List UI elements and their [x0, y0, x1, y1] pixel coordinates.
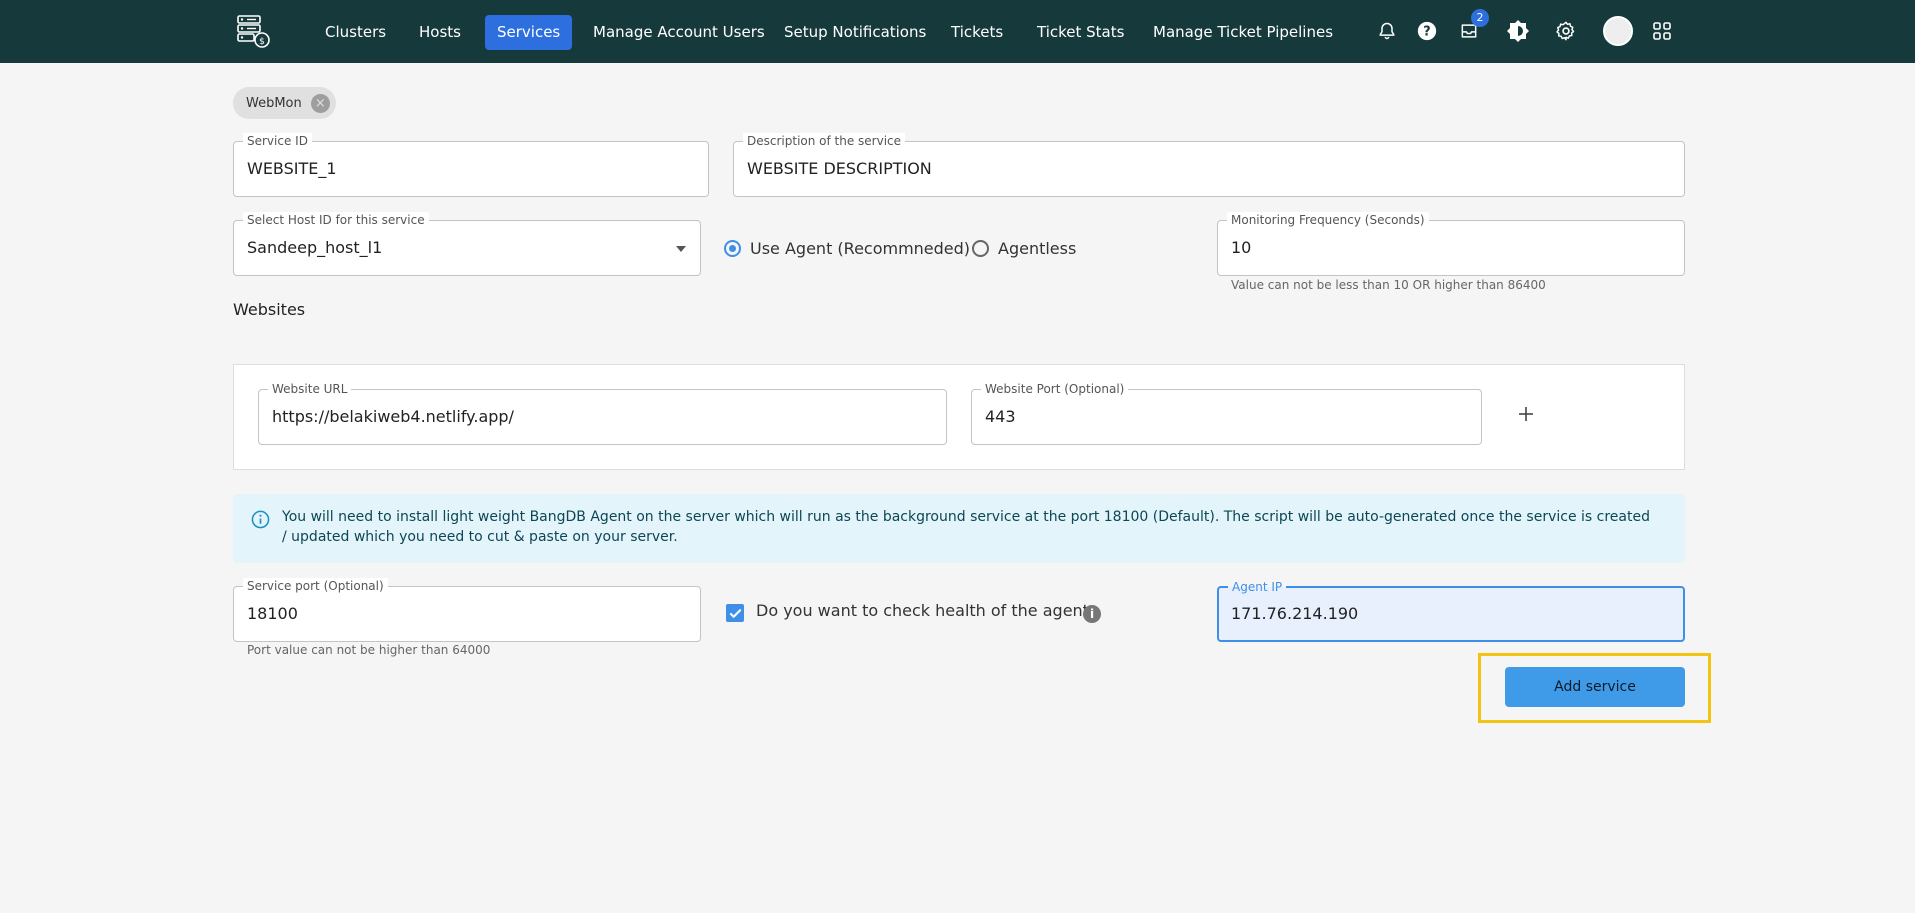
website-url-value: https://belakiweb4.netlify.app/	[272, 407, 514, 426]
website-url-field[interactable]: Website URL https://belakiweb4.netlify.a…	[258, 381, 947, 445]
info-icon	[251, 510, 270, 529]
host-select-value: Sandeep_host_l1	[247, 238, 383, 257]
service-id-value: WEBSITE_1	[247, 159, 337, 178]
brightness-icon[interactable]	[1504, 17, 1532, 45]
radio-checked-icon	[724, 239, 741, 257]
nav-services[interactable]: Services	[485, 15, 573, 50]
service-port-helper-text: Port value can not be higher than 64000	[247, 643, 491, 657]
radio-agentless[interactable]: Agentless	[972, 236, 1076, 260]
host-select[interactable]: Select Host ID for this service Sandeep_…	[233, 212, 701, 276]
health-check-checkbox[interactable]	[726, 604, 744, 622]
website-port-value: 443	[985, 407, 1016, 426]
chevron-down-icon[interactable]	[676, 246, 686, 252]
radio-unchecked-icon	[972, 239, 989, 257]
chip-close-icon[interactable]: ×	[310, 93, 330, 113]
help-icon[interactable]: ?	[1413, 17, 1441, 45]
nav-manage-ticket-pipelines[interactable]: Manage Ticket Pipelines	[1141, 15, 1345, 50]
svg-text:?: ?	[1423, 25, 1430, 40]
agent-info-alert: You will need to install light weight Ba…	[233, 494, 1685, 563]
server-logo-icon[interactable]: $	[235, 13, 272, 50]
nav-clusters[interactable]: Clusters	[313, 15, 398, 50]
radio-use-agent[interactable]: Use Agent (Recommneded)	[724, 236, 970, 260]
nav-hosts[interactable]: Hosts	[407, 15, 473, 50]
nav-setup-notifications[interactable]: Setup Notifications	[772, 15, 938, 50]
svg-text:$: $	[259, 37, 265, 47]
radio-use-agent-label: Use Agent (Recommneded)	[750, 238, 971, 258]
chip-label: WebMon	[246, 95, 302, 111]
monitoring-frequency-field[interactable]: Monitoring Frequency (Seconds) 10	[1217, 212, 1685, 276]
service-id-field[interactable]: Service ID WEBSITE_1	[233, 133, 709, 197]
websites-section-title: Websites	[233, 300, 306, 319]
avatar[interactable]	[1603, 16, 1633, 46]
add-service-button[interactable]: Add service	[1505, 667, 1685, 707]
monitoring-frequency-label: Monitoring Frequency (Seconds)	[1227, 212, 1429, 228]
inbox-badge: 2	[1471, 9, 1489, 27]
add-website-plus-icon[interactable]	[1515, 403, 1537, 425]
apps-grid-icon[interactable]	[1648, 17, 1676, 45]
agent-ip-field[interactable]: Agent IP 171.76.214.190	[1217, 579, 1685, 642]
webmon-chip: WebMon ×	[233, 87, 336, 119]
description-value: WEBSITE DESCRIPTION	[747, 159, 932, 178]
agent-ip-value: 171.76.214.190	[1231, 604, 1359, 623]
health-check-label: Do you want to check health of the agent	[756, 601, 1089, 620]
frequency-helper-text: Value can not be less than 10 OR higher …	[1231, 278, 1546, 292]
radio-agentless-label: Agentless	[998, 238, 1077, 258]
nav-tickets[interactable]: Tickets	[939, 15, 1015, 50]
monitoring-frequency-value: 10	[1231, 238, 1252, 257]
service-port-field[interactable]: Service port (Optional) 18100	[233, 578, 701, 642]
inbox-icon[interactable]: 2	[1455, 9, 1489, 45]
gear-icon[interactable]	[1552, 17, 1580, 45]
bell-icon[interactable]	[1373, 17, 1401, 45]
website-port-field[interactable]: Website Port (Optional) 443	[971, 381, 1482, 445]
service-port-value: 18100	[247, 604, 298, 623]
top-navbar: $ Clusters Hosts Services Manage Account…	[0, 0, 1915, 63]
nav-manage-account-users[interactable]: Manage Account Users	[581, 15, 777, 50]
nav-ticket-stats[interactable]: Ticket Stats	[1025, 15, 1136, 50]
info-icon[interactable]: i	[1083, 605, 1101, 623]
agent-info-text: You will need to install light weight Ba…	[282, 509, 1650, 545]
description-field[interactable]: Description of the service WEBSITE DESCR…	[733, 133, 1685, 197]
